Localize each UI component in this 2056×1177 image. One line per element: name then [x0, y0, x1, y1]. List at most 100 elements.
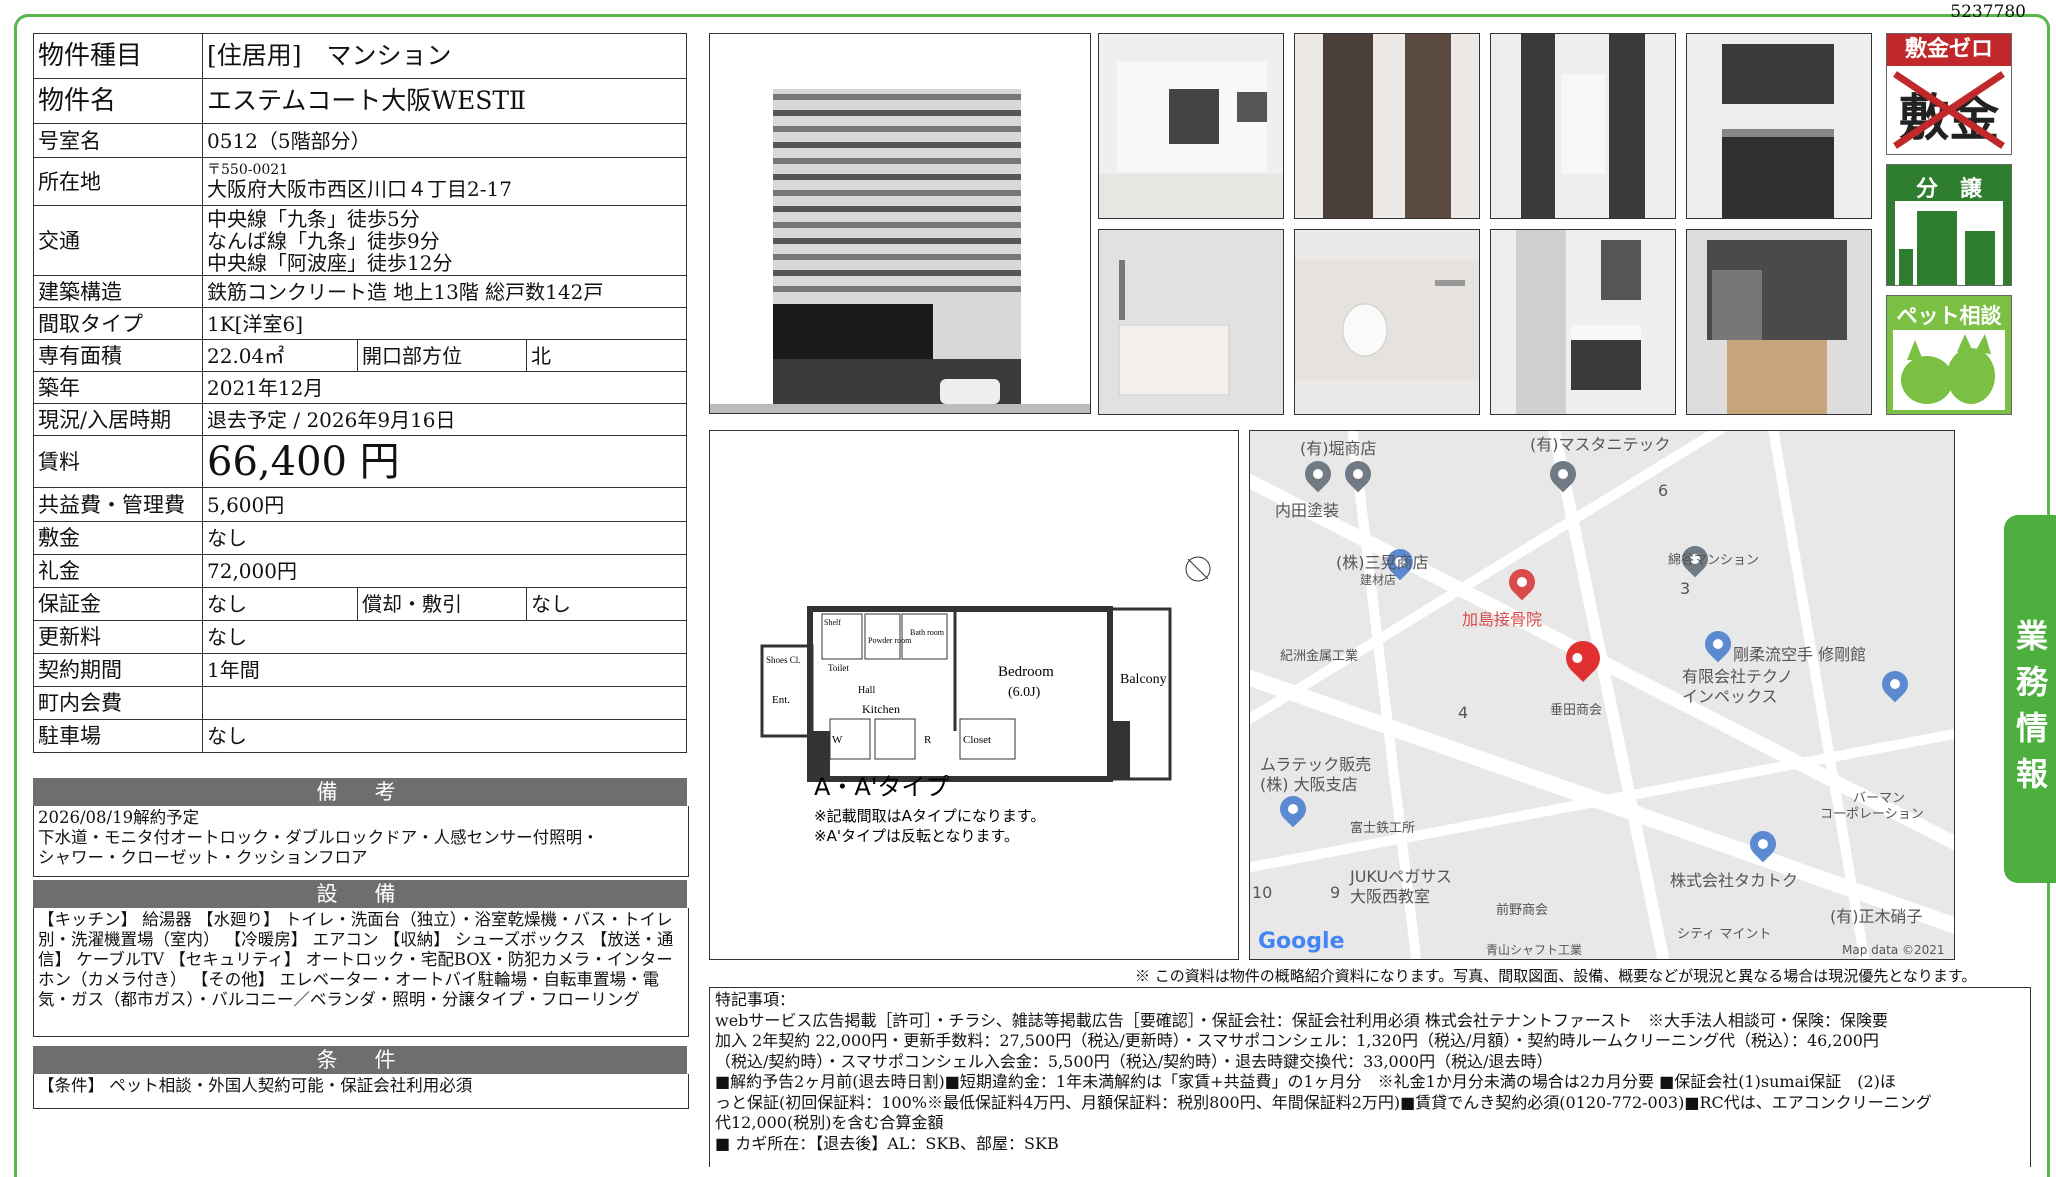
- closet-label: Closet: [963, 734, 991, 746]
- bunjo-badge: 分 譲: [1886, 164, 2012, 286]
- toilet-label: Toilet: [828, 663, 849, 673]
- map-label: 垂田商会: [1550, 703, 1603, 718]
- floorplan: Bedroom (6.0J) Balcony Kitchen Hall Clos…: [709, 430, 1239, 960]
- fee-label: 共益費・管理費: [33, 487, 203, 522]
- room-label: 号室名: [33, 123, 203, 158]
- map-label: (有)堀商店: [1300, 439, 1377, 458]
- fee-value: 5,600円: [202, 487, 687, 522]
- hall-label: Hall: [858, 685, 875, 696]
- shikikin-zero-badge: 敷金ゼロ 敷金: [1886, 33, 2012, 155]
- conditions-body: 【条件】 ペット相談・外国人契約可能・保証会社利用必須: [33, 1074, 689, 1109]
- special-notes-line: ■解約予告2ヶ月前(退去時日割)■短期違約金：1年未満解約は「家賃+共益費」の1…: [715, 1072, 1896, 1091]
- remarks-body: 2026/08/19解約予定 下水道・モニタ付オートロック・ダブルロックドア・人…: [33, 806, 689, 877]
- built-value: 2021年12月: [202, 371, 687, 404]
- floorplan-note-2: ※A'タイプは反転となります。: [814, 827, 1019, 845]
- area-label: 専有面積: [33, 339, 203, 372]
- property-info-table: 物件種目 [住居用] マンション 物件名 エステムコート大阪WESTⅡ 号室名 051…: [33, 33, 687, 753]
- map-label: 紀洲金属工業: [1280, 649, 1359, 664]
- traffic-line-1: 中央線「九条」徒歩5分: [207, 206, 420, 231]
- map-label: (有)マスタニテック: [1530, 435, 1671, 454]
- type-value: [住居用] マンション: [202, 33, 687, 79]
- map-block-number: 4: [1458, 703, 1469, 722]
- status-label: 現況/入居時期: [33, 403, 203, 436]
- layout-value: 1K[洋室6]: [202, 307, 687, 340]
- direction-value: 北: [526, 339, 687, 372]
- address-cell: 〒550-0021 大阪府大阪市西区川口４丁目2-17: [202, 157, 687, 206]
- special-notes-line: 加入 2年契約 22,000円・更新手数料：27,500円（税込/更新時）・スマ…: [715, 1031, 1879, 1050]
- building-photo: [709, 33, 1091, 414]
- shelf-label: Shelf: [824, 618, 841, 627]
- building-icon: [1895, 201, 2003, 285]
- map-label: コーポレーション: [1820, 807, 1924, 822]
- hallway-photo: [1490, 33, 1676, 219]
- type-label: 物件種目: [33, 33, 203, 79]
- room-photo: [1098, 33, 1284, 219]
- washroom-photo: [1490, 229, 1676, 415]
- bath-label: Bath room: [910, 628, 945, 637]
- special-notes-title: 特記事項：: [715, 990, 796, 1009]
- w-label: W: [832, 734, 843, 746]
- bathroom-photo: [1098, 229, 1284, 415]
- r-label: R: [924, 734, 932, 746]
- map-label: 綿谷マンション: [1668, 553, 1760, 568]
- room-value: 0512（5階部分）: [202, 123, 687, 158]
- building-illustration: [710, 89, 1090, 413]
- map-label: 剛柔流空手 修剛館: [1733, 645, 1867, 664]
- toilet-photo: [1294, 229, 1480, 415]
- layout-label: 間取タイプ: [33, 307, 203, 340]
- remarks-line-1: 2026/08/19解約予定: [38, 808, 200, 827]
- entrance-photo: [1294, 33, 1480, 219]
- map-label: 富士鉄工所: [1350, 821, 1416, 836]
- key-money-label: 礼金: [33, 554, 203, 588]
- remarks-line-2: 下水道・モニタ付オートロック・ダブルロックドア・人感センサー付照明・: [38, 828, 599, 847]
- map-label: (有)正木硝子: [1830, 907, 1923, 926]
- name-label: 物件名: [33, 78, 203, 124]
- remarks-line-3: シャワー・クローゼット・クッションフロア: [38, 848, 368, 867]
- map-block-number: 6: [1658, 481, 1669, 500]
- contract-value: 1年間: [202, 653, 687, 687]
- shikikin-zero-text: 敷金ゼロ: [1887, 34, 2011, 66]
- cross-mark-icon: [1893, 71, 2005, 149]
- deposit-label: 敷金: [33, 521, 203, 555]
- map-label: 前野商会: [1496, 903, 1549, 918]
- town-fee-value: [202, 686, 687, 720]
- parking-label: 駐車場: [33, 719, 203, 753]
- shoes-label: Shoes Cl.: [766, 655, 801, 665]
- guarantee-label: 保証金: [33, 587, 203, 621]
- disclaimer: ※ この資料は物件の概略紹介資料になります。写真、間取図面、設備、概要などが現況…: [1135, 967, 1977, 985]
- guarantee-value: なし: [202, 587, 358, 621]
- status-value: 退去予定 / 2026年9月16日: [202, 403, 687, 436]
- town-fee-label: 町内会費: [33, 686, 203, 720]
- floorplan-type-label: A・A'タイプ: [814, 773, 949, 801]
- rent-label: 賃料: [33, 435, 203, 488]
- map-label: 大阪西教室: [1350, 887, 1431, 906]
- kitchen-photo: [1686, 33, 1872, 219]
- pet-text: ペット相談: [1896, 304, 2002, 328]
- special-notes-line: 代12,000(税別)を含む合算金額: [715, 1113, 944, 1132]
- business-info-tab[interactable]: 業務情報: [2004, 515, 2056, 883]
- deposit-value: なし: [202, 521, 687, 555]
- address-label: 所在地: [33, 157, 203, 206]
- rent-value: 66,400 円: [202, 435, 687, 488]
- traffic-line-3: 中央線「阿波座」徒歩12分: [207, 250, 453, 275]
- pet-badge: ペット相談: [1886, 295, 2012, 415]
- amortization-value: なし: [526, 587, 687, 621]
- special-notes-line: webサービス広告掲載［許可］・チラシ、雑誌等掲載広告［要確認］・保証会社：保証…: [715, 1010, 1889, 1030]
- special-notes-line: （税込/契約時）・スマサポコンシェル入会金：5,500円（税込/契約時）・退去時…: [715, 1051, 1553, 1071]
- kitchen-label: Kitchen: [862, 702, 900, 716]
- map[interactable]: (有)マスタニテック (有)堀商店 内田塗装 (株)三晃商店 建材店 加島接骨院…: [1249, 430, 1955, 960]
- special-notes-line: ■ カギ所在：【退去後】AL：SKB、部屋：SKB: [715, 1133, 1059, 1153]
- floorplan-drawing: Bedroom (6.0J) Balcony Kitchen Hall Clos…: [760, 556, 1211, 845]
- floorplan-note-1: ※記載間取はAタイプになります。: [814, 807, 1045, 825]
- key-money-value: 72,000円: [202, 554, 687, 588]
- map-label: 株式会社タカトク: [1670, 871, 1799, 890]
- traffic-line-2: なんば線「九条」徒歩9分: [207, 228, 440, 253]
- map-attribution: Map data ©2021: [1842, 943, 1945, 957]
- document-id: 5237780: [1950, 2, 2026, 22]
- renewal-label: 更新料: [33, 620, 203, 654]
- renewal-value: なし: [202, 620, 687, 654]
- bedroom-size: (6.0J): [1008, 685, 1041, 700]
- direction-label: 開口部方位: [357, 339, 527, 372]
- contract-label: 契約期間: [33, 653, 203, 687]
- ent-label: Ent.: [772, 694, 790, 706]
